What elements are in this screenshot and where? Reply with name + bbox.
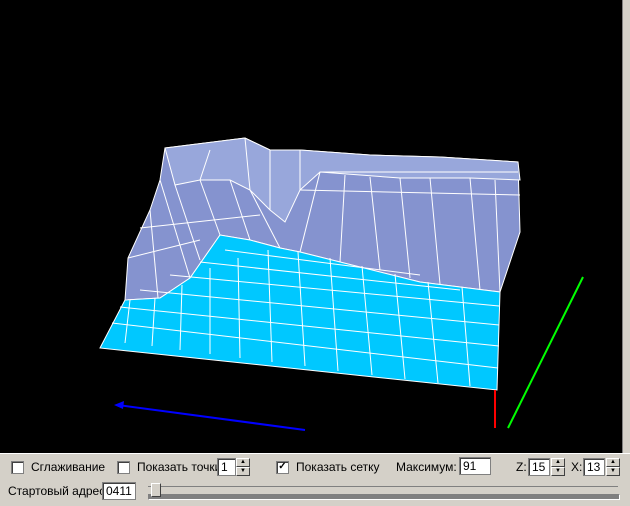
vertical-scrollbar[interactable] [622, 0, 630, 453]
x-spinner[interactable]: ▲ ▼ [606, 458, 620, 476]
show-points-check-box[interactable] [117, 460, 130, 474]
slider-ticks [148, 486, 618, 491]
maximum-field[interactable]: 91 [459, 457, 491, 475]
show-points-checkbox[interactable]: Показать точки [117, 458, 221, 476]
spinner-down-icon[interactable]: ▼ [551, 467, 565, 476]
3d-viewport[interactable] [0, 0, 630, 453]
points-size-field[interactable]: 1 [217, 458, 236, 476]
z-field[interactable]: 15 [528, 458, 550, 476]
y-axis [507, 276, 584, 429]
spinner-down-icon[interactable]: ▼ [236, 467, 250, 476]
spinner-up-icon[interactable]: ▲ [236, 458, 250, 467]
start-address-field[interactable]: 0411 [102, 482, 136, 500]
show-points-label: Показать точки [137, 460, 222, 474]
spinner-up-icon[interactable]: ▲ [606, 458, 620, 467]
address-slider-thumb[interactable] [151, 483, 161, 497]
points-size-spinner[interactable]: ▲ ▼ [236, 458, 250, 476]
x-label: X: [571, 460, 583, 474]
start-address-label: Стартовый адрес: [8, 484, 109, 498]
x-label-wrap: X: [571, 458, 582, 476]
x-axis-arrow [114, 401, 124, 409]
maximum-label: Максимум: [396, 460, 457, 474]
spinner-up-icon[interactable]: ▲ [551, 458, 565, 467]
show-grid-checkbox[interactable]: ✓ Показать сетку [276, 458, 380, 476]
maximum-label-wrap: Максимум: [396, 458, 457, 476]
x-field[interactable]: 13 [583, 458, 605, 476]
show-grid-check-box[interactable]: ✓ [276, 460, 289, 474]
smoothing-checkbox[interactable]: Сглаживание [11, 458, 105, 476]
spinner-down-icon[interactable]: ▼ [606, 467, 620, 476]
smoothing-check-box[interactable] [11, 460, 24, 474]
z-label: Z: [516, 460, 527, 474]
address-slider-track[interactable] [148, 494, 620, 500]
x-axis [117, 404, 306, 431]
z-label-wrap: Z: [516, 458, 527, 476]
show-grid-label: Показать сетку [296, 460, 380, 474]
surface-canvas[interactable] [0, 0, 622, 453]
z-spinner[interactable]: ▲ ▼ [551, 458, 565, 476]
start-address-label-wrap: Стартовый адрес: [8, 482, 109, 500]
smoothing-label: Сглаживание [31, 460, 106, 474]
